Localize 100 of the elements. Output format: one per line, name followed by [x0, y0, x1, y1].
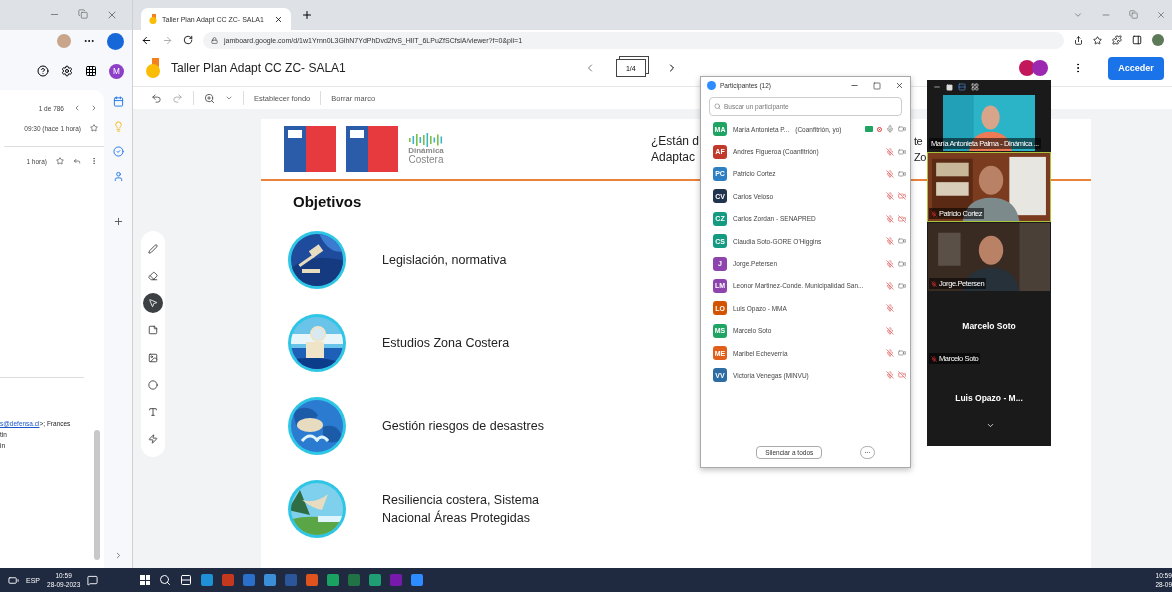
profile-avatar[interactable] — [1152, 34, 1164, 46]
speaker-view-icon[interactable] — [946, 83, 953, 91]
grid-view-icon[interactable] — [971, 83, 979, 91]
profile-avatar[interactable] — [57, 34, 71, 48]
app-icon[interactable] — [348, 574, 360, 586]
note-icon — [148, 325, 158, 336]
ministry-logo — [284, 126, 336, 172]
windows-start-icon[interactable] — [140, 575, 150, 585]
next-icon[interactable] — [90, 104, 98, 112]
tab-search-icon[interactable] — [1073, 10, 1083, 20]
close-tab-icon[interactable] — [274, 14, 283, 24]
tasks-icon[interactable] — [112, 146, 124, 157]
share-icon[interactable] — [1074, 35, 1083, 45]
battery-icon[interactable] — [8, 574, 19, 586]
side-panel-icon[interactable] — [1132, 35, 1142, 45]
camera-off-icon[interactable] — [898, 192, 906, 201]
slide-heading: Objetivos — [293, 193, 362, 210]
lock-icon — [211, 36, 218, 44]
app-icon[interactable] — [306, 574, 318, 586]
ministry-logo — [346, 126, 398, 172]
help-icon[interactable] — [37, 65, 49, 77]
maximize-icon[interactable] — [873, 81, 881, 90]
microphone-icon[interactable] — [886, 125, 894, 134]
add-icon[interactable] — [112, 216, 124, 227]
participant-name: Luis Opazo - M... — [955, 393, 1023, 403]
reload-icon[interactable] — [183, 35, 193, 45]
microphone-muted-icon[interactable] — [886, 237, 894, 246]
camera-icon[interactable] — [898, 169, 906, 178]
star-icon[interactable] — [90, 124, 98, 132]
logo-text: Costera — [408, 155, 444, 165]
microphone-muted-icon[interactable] — [886, 326, 894, 335]
camera-icon[interactable] — [898, 125, 906, 134]
microphone-muted-icon[interactable] — [886, 169, 894, 178]
app-icon[interactable] — [222, 574, 234, 586]
app-icon[interactable] — [285, 574, 297, 586]
calendar-icon[interactable] — [112, 96, 124, 107]
restore-icon[interactable] — [78, 9, 88, 19]
star-icon[interactable] — [56, 157, 64, 165]
close-icon[interactable] — [106, 9, 118, 21]
microphone-muted-icon[interactable] — [886, 147, 894, 156]
camera-icon[interactable] — [898, 259, 906, 268]
extensions-icon[interactable] — [1112, 35, 1122, 45]
expand-icon[interactable] — [986, 421, 995, 430]
gallery-strip-icon[interactable] — [958, 83, 966, 91]
eraser-icon — [148, 270, 158, 281]
collaborator-avatar[interactable] — [1032, 60, 1048, 76]
microphone-muted-icon[interactable] — [886, 214, 894, 223]
scrollbar[interactable] — [94, 430, 100, 560]
apps-grid-icon[interactable] — [85, 65, 97, 77]
close-icon[interactable] — [1156, 10, 1166, 20]
sign-in-button[interactable]: Acceder — [1108, 56, 1164, 80]
app-icon[interactable] — [369, 574, 381, 586]
contacts-icon[interactable] — [112, 171, 124, 182]
task-view-icon[interactable] — [180, 574, 192, 586]
caret-icon[interactable] — [225, 94, 233, 102]
search-icon[interactable] — [159, 574, 171, 586]
reply-icon[interactable] — [73, 157, 81, 165]
select-tool[interactable] — [143, 293, 163, 314]
app-icon[interactable] — [327, 574, 339, 586]
camera-off-icon[interactable] — [898, 214, 906, 223]
camera-icon[interactable] — [898, 237, 906, 246]
camera-icon[interactable] — [898, 281, 906, 290]
restore-icon[interactable] — [1129, 10, 1138, 19]
app-icon[interactable] — [411, 574, 423, 586]
app-icon[interactable] — [201, 574, 213, 586]
participant-name: Marcelo Soto — [962, 320, 1016, 331]
notifications-icon[interactable] — [87, 574, 99, 586]
text-icon — [148, 407, 158, 418]
app-icon[interactable] — [390, 574, 402, 586]
search-icon — [714, 103, 721, 110]
redo-icon[interactable] — [172, 92, 183, 104]
objective-text: Gestión riesgos de desastres — [382, 417, 545, 435]
app-icon[interactable] — [243, 574, 255, 586]
new-tab-icon[interactable] — [301, 9, 313, 21]
microphone-muted-icon[interactable] — [886, 281, 894, 290]
camera-off-icon[interactable] — [898, 371, 906, 380]
collaborator-avatar[interactable] — [1019, 60, 1035, 76]
waveform-logo-icon — [408, 133, 444, 147]
camera-icon[interactable] — [898, 147, 906, 156]
objective-text: Legislación, normativa — [382, 251, 508, 269]
back-icon[interactable] — [141, 34, 152, 46]
microphone-muted-icon[interactable] — [886, 371, 894, 380]
microphone-muted-icon[interactable] — [886, 192, 894, 201]
settings-icon[interactable] — [61, 65, 73, 77]
microphone-muted-icon[interactable] — [886, 349, 894, 358]
previous-icon[interactable] — [73, 104, 81, 112]
undo-icon[interactable] — [151, 92, 162, 104]
minimize-icon[interactable] — [933, 83, 941, 91]
microphone-muted-icon[interactable] — [886, 304, 894, 313]
microphone-muted-icon[interactable] — [886, 259, 894, 268]
zoom-logo-icon — [707, 81, 716, 90]
slide-title: te — [914, 134, 923, 149]
app-icon[interactable] — [264, 574, 276, 586]
zoom-icon[interactable] — [204, 92, 215, 104]
jamboard-logo — [145, 58, 161, 78]
camera-icon[interactable] — [898, 349, 906, 358]
close-icon[interactable] — [895, 81, 904, 90]
bookmark-icon[interactable] — [1093, 35, 1102, 45]
account-avatar[interactable]: M — [109, 63, 124, 79]
forward-icon[interactable] — [162, 34, 173, 46]
